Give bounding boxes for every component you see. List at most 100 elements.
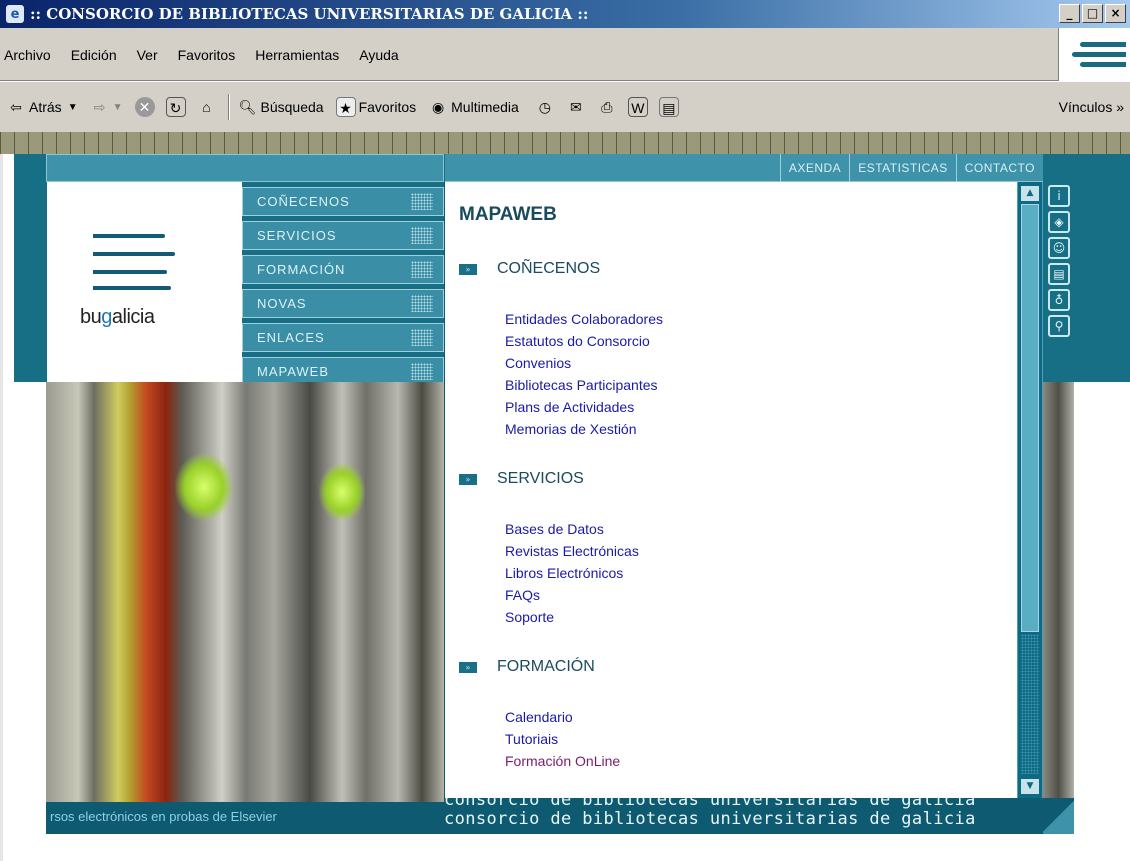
sitemap-panel: MAPAWEB » COÑECENOS Entidades Colaborador… [444, 182, 1017, 798]
links-label[interactable]: Vínculos » [1059, 99, 1124, 115]
nav-novas[interactable]: NOVAS [242, 289, 444, 318]
news-ticker[interactable]: rsos electrónicos en probas de Elsevier [46, 802, 446, 834]
scroll-up-icon[interactable]: ▲ [1021, 186, 1039, 201]
logo-text: bugalicia [80, 306, 155, 328]
nav-conecenos[interactable]: COÑECENOS [242, 187, 444, 216]
dropdown-arrow-icon[interactable]: ▼ [68, 102, 78, 113]
home-icon[interactable]: ⌂ [197, 97, 217, 117]
main-nav: COÑECENOS SERVICIOS FORMACIÓN NOVAS ENLA… [242, 187, 444, 391]
discuss-icon[interactable]: ▤ [658, 97, 679, 117]
search-icon[interactable]: ⚲ [1048, 315, 1070, 337]
menu-ayuda[interactable]: Ayuda [359, 47, 398, 63]
dots-pattern [411, 363, 433, 380]
link-libros[interactable]: Libros Electrónicos [505, 562, 999, 584]
cables-photo [46, 382, 446, 802]
close-button[interactable]: × [1105, 4, 1126, 23]
section-heading[interactable]: » FORMACIÓN [459, 658, 999, 676]
menu-ver[interactable]: Ver [137, 47, 158, 63]
dots-pattern [411, 295, 433, 312]
sitemap-section-conecenos: » COÑECENOS Entidades Colaboradores Estat… [459, 260, 999, 440]
link-formacion-online[interactable]: Formación OnLine [505, 750, 999, 772]
toolbar-separator [227, 94, 230, 120]
logo-stripe [93, 234, 165, 238]
person-icon[interactable]: ☺ [1048, 237, 1070, 259]
back-label: Atrás [29, 99, 62, 115]
sitemap-section-formacion: » FORMACIÓN Calendario Tutoriais Formació… [459, 658, 999, 772]
forward-button[interactable]: ⇨ ▼ [90, 97, 123, 117]
link-plans[interactable]: Plans de Actividades [505, 396, 999, 418]
section-heading[interactable]: » SERVICIOS [459, 470, 999, 488]
multimedia-button[interactable]: ◉ Multimedia [428, 97, 519, 117]
forward-arrow-icon: ⇨ [93, 99, 106, 115]
section-heading[interactable]: » COÑECENOS [459, 260, 999, 278]
scroll-down-icon[interactable]: ▼ [1021, 779, 1039, 794]
favorites-button[interactable]: ★ Favoritos [335, 97, 416, 117]
layers-icon[interactable]: ◈ [1048, 211, 1070, 233]
stop-icon[interactable]: ✕ [134, 97, 155, 117]
link-estatisticas[interactable]: ESTATISTICAS [849, 154, 956, 182]
scroll-thumb[interactable] [1021, 204, 1039, 632]
print-icon[interactable]: ⎙ [597, 97, 617, 117]
back-arrow-icon: ⇦ [10, 99, 22, 115]
cables-photo-right [1043, 382, 1074, 802]
favorites-icon: ★ [335, 97, 356, 117]
info-icon[interactable]: i [1048, 185, 1070, 207]
bugalicia-logo[interactable]: bugalicia [47, 182, 242, 382]
multimedia-icon: ◉ [432, 99, 445, 115]
ie-icon: e [6, 5, 24, 23]
back-button[interactable]: ⇦ Atrás ▼ [6, 97, 78, 117]
link-calendario[interactable]: Calendario [505, 706, 999, 728]
dropdown-arrow-icon[interactable]: ▼ [113, 102, 123, 113]
document-icon[interactable]: ▤ [1048, 263, 1070, 285]
double-arrow-icon: » [459, 263, 477, 275]
scroll-track[interactable] [1021, 634, 1039, 774]
bulb-icon[interactable]: ♁ [1048, 289, 1070, 311]
link-tutoriais[interactable]: Tutoriais [505, 728, 999, 750]
light-glow [318, 462, 366, 522]
top-header-bar: AXENDA ESTATISTICAS CONTACTO [445, 154, 1043, 182]
nav-servicios[interactable]: SERVICIOS [242, 221, 444, 250]
link-estatutos[interactable]: Estatutos do Consorcio [505, 330, 999, 352]
link-faqs[interactable]: FAQs [505, 584, 999, 606]
maximize-button[interactable]: □ [1082, 4, 1103, 23]
ticker-line: consorcio de bibliotecas universitarias … [444, 809, 976, 829]
link-revistas[interactable]: Revistas Electrónicas [505, 540, 999, 562]
link-convenios[interactable]: Convenios [505, 352, 999, 374]
link-bibliotecas[interactable]: Bibliotecas Participantes [505, 374, 999, 396]
logo-stripe [93, 252, 175, 256]
link-entidades-colaboradores[interactable]: Entidades Colaboradores [505, 308, 999, 330]
sitemap-scrollbar[interactable]: ▲ ▼ [1017, 182, 1043, 798]
link-axenda[interactable]: AXENDA [779, 154, 849, 182]
menu-edicion[interactable]: Edición [71, 47, 117, 63]
consortium-ticker: consorcio de bibliotecas universitarias … [444, 798, 1074, 834]
minimize-button[interactable]: _ [1059, 4, 1080, 23]
dots-pattern [411, 193, 433, 210]
refresh-icon[interactable]: ↻ [165, 97, 186, 117]
corner-decoration [1043, 798, 1074, 834]
menu-archivo[interactable]: Archivo [4, 47, 51, 63]
nav-formacion[interactable]: FORMACIÓN [242, 255, 444, 284]
link-memorias[interactable]: Memorias de Xestión [505, 418, 999, 440]
dots-pattern [411, 329, 433, 346]
light-glow [174, 452, 234, 522]
double-arrow-icon: » [459, 661, 477, 673]
page-left-border [0, 154, 3, 861]
search-button[interactable]: 🔍︎ Búsqueda [238, 97, 324, 117]
edit-icon[interactable]: W [627, 97, 648, 117]
window-titlebar: e :: CONSORCIO DE BIBLIOTECAS UNIVERSITA… [0, 0, 1130, 28]
history-icon[interactable]: ◷ [535, 97, 555, 117]
nav-enlaces[interactable]: ENLACES [242, 323, 444, 352]
multimedia-label: Multimedia [451, 99, 519, 115]
page-title: MAPAWEB [459, 204, 557, 225]
dots-pattern [411, 227, 433, 244]
page-content: bugalicia COÑECENOS SERVICIOS FORMACIÓN … [0, 154, 1130, 861]
menu-herramientas[interactable]: Herramientas [255, 47, 339, 63]
link-contacto[interactable]: CONTACTO [955, 154, 1043, 182]
menu-bar: Archivo Edición Ver Favoritos Herramient… [0, 28, 1130, 81]
browser-toolbar: ⇦ Atrás ▼ ⇨ ▼ ✕ ↻ ⌂ 🔍︎ Búsqueda ★ Favori… [0, 82, 1130, 132]
double-arrow-icon: » [459, 473, 477, 485]
menu-favoritos[interactable]: Favoritos [178, 47, 236, 63]
link-bases-datos[interactable]: Bases de Datos [505, 518, 999, 540]
link-soporte[interactable]: Soporte [505, 606, 999, 628]
mail-icon[interactable]: ✉ [566, 97, 586, 117]
